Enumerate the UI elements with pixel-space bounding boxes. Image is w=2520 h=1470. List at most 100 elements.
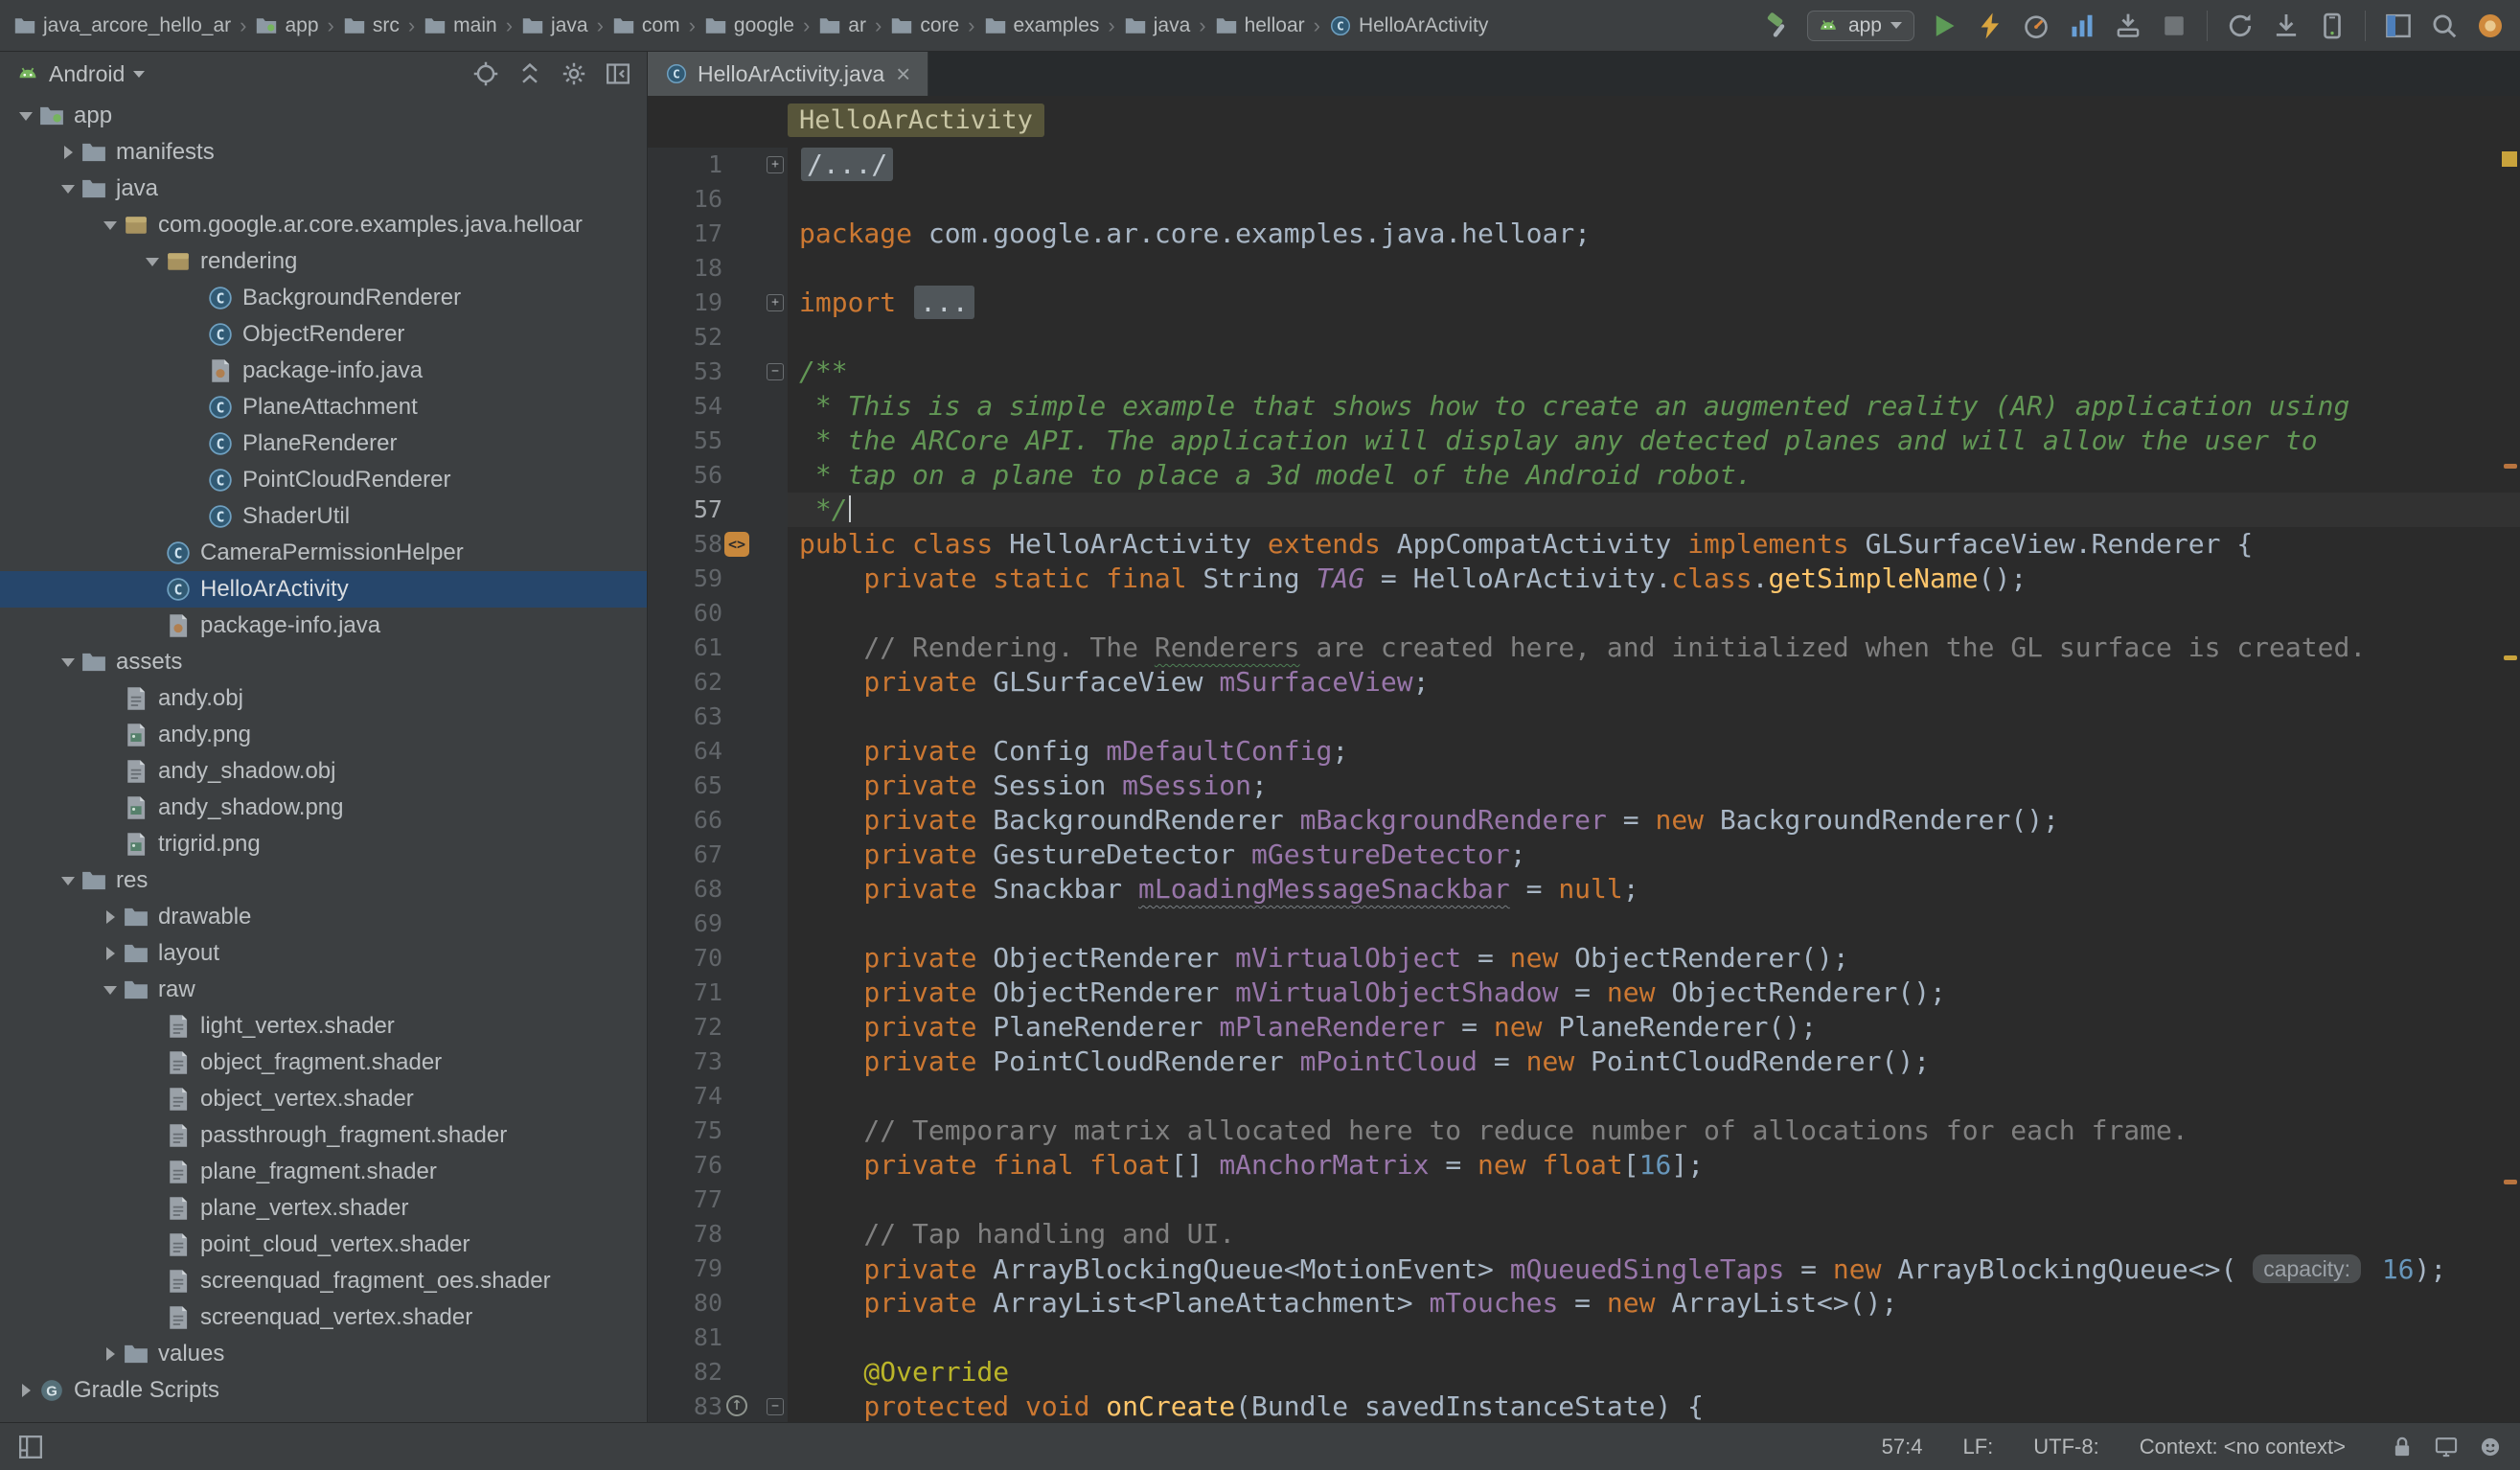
fold-toggle-icon[interactable]: + [767,294,784,311]
hide-panel-icon[interactable] [605,60,631,87]
fold-toggle-icon[interactable]: − [767,363,784,380]
tree-item-andy-shadow-obj[interactable]: andy_shadow.obj [0,753,647,790]
breadcrumb-item-java[interactable]: java [521,14,588,37]
chevron-down-icon[interactable] [98,986,123,995]
breadcrumb-item-examples[interactable]: examples [984,14,1100,37]
assistant-icon[interactable] [2474,10,2507,42]
tree-item-values[interactable]: values [0,1336,647,1372]
breadcrumb-item-com[interactable]: com [612,14,680,37]
sync-project-icon[interactable] [2224,10,2257,42]
tree-item-object-vertex-shader[interactable]: object_vertex.shader [0,1081,647,1117]
tree-item-drawable[interactable]: drawable [0,899,647,935]
breadcrumb-item-java[interactable]: java [1124,14,1191,37]
tree-item-camerapermissionhelper[interactable]: CCameraPermissionHelper [0,535,647,571]
build-hammer-icon[interactable] [1761,10,1794,42]
tree-item-plane-fragment-shader[interactable]: plane_fragment.shader [0,1154,647,1190]
stripe-mark[interactable] [2504,1180,2517,1184]
inspections-icon[interactable] [2478,1435,2503,1459]
breadcrumb-item-main[interactable]: main [424,14,497,37]
tree-item-passthrough-fragment-shader[interactable]: passthrough_fragment.shader [0,1117,647,1154]
run-config-selector[interactable]: app [1807,11,1914,41]
stripe-mark[interactable] [2504,464,2517,469]
override-method-icon[interactable]: ↑ [726,1395,747,1416]
chevron-down-icon[interactable] [56,658,80,667]
chevron-right-icon[interactable] [98,947,123,960]
apply-changes-icon[interactable] [1974,10,2006,42]
profiler-icon[interactable] [2020,10,2052,42]
tool-windows-icon[interactable] [17,1434,44,1460]
run-icon[interactable] [1928,10,1960,42]
tree-item-andy-png[interactable]: andy.png [0,717,647,753]
caret-position-widget[interactable]: 57:4 [1882,1435,1923,1459]
tree-item-com-google-ar-core-examples-java-helloar[interactable]: com.google.ar.core.examples.java.helloar [0,207,647,243]
breadcrumb-item-helloar[interactable]: helloar [1215,14,1305,37]
breadcrumb-item-app[interactable]: app [255,14,318,37]
tree-item-shaderutil[interactable]: CShaderUtil [0,498,647,535]
avd-manager-icon[interactable] [2316,10,2348,42]
breadcrumb-item-helloaractivity[interactable]: CHelloArActivity [1329,14,1488,37]
close-icon[interactable]: × [896,61,910,86]
tree-item-object-fragment-shader[interactable]: object_fragment.shader [0,1045,647,1081]
chevron-down-icon[interactable] [56,185,80,194]
tree-item-assets[interactable]: assets [0,644,647,680]
breadcrumb-current-element[interactable]: HelloArActivity [788,103,1044,137]
tree-item-package-info-java[interactable]: package-info.java [0,353,647,389]
tree-item-rendering[interactable]: rendering [0,243,647,280]
captures-chart-icon[interactable] [2066,10,2098,42]
chevron-down-icon[interactable] [98,221,123,230]
tree-item-andy-shadow-png[interactable]: andy_shadow.png [0,790,647,826]
stop-icon[interactable] [2158,10,2190,42]
chevron-down-icon[interactable] [140,258,165,266]
chevron-down-icon[interactable] [13,112,38,121]
display-icon[interactable] [2434,1435,2459,1459]
tree-item-pointcloudrenderer[interactable]: CPointCloudRenderer [0,462,647,498]
tree-item-plane-vertex-shader[interactable]: plane_vertex.shader [0,1190,647,1227]
tree-item-screenquad-vertex-shader[interactable]: screenquad_vertex.shader [0,1299,647,1336]
editor-tab[interactable]: C HelloArActivity.java × [648,52,928,96]
tree-item-java[interactable]: java [0,171,647,207]
tree-item-point-cloud-vertex-shader[interactable]: point_cloud_vertex.shader [0,1227,647,1263]
breadcrumb-item-ar[interactable]: ar [818,14,866,37]
tree-item-planerenderer[interactable]: CPlaneRenderer [0,425,647,462]
chevron-right-icon[interactable] [56,146,80,159]
tree-item-helloaractivity[interactable]: CHelloArActivity [0,571,647,608]
encoding-widget[interactable]: UTF-8: [2033,1435,2098,1459]
tree-item-package-info-java[interactable]: package-info.java [0,608,647,644]
breadcrumb-item-src[interactable]: src [343,14,400,37]
tree-item-manifests[interactable]: manifests [0,134,647,171]
breadcrumb-item-google[interactable]: google [704,14,794,37]
breadcrumb-item-java-arcore-hello-ar[interactable]: java_arcore_hello_ar [13,14,231,37]
tree-item-light-vertex-shader[interactable]: light_vertex.shader [0,1008,647,1045]
code-editor[interactable]: 1+/.../1617package com.google.ar.core.ex… [648,144,2520,1422]
tree-item-andy-obj[interactable]: andy.obj [0,680,647,717]
fold-toggle-icon[interactable]: − [767,1398,784,1415]
tree-item-gradle-scripts[interactable]: GGradle Scripts [0,1372,647,1409]
fold-toggle-icon[interactable]: + [767,156,784,173]
stripe-mark[interactable] [2504,655,2517,660]
collapse-all-icon[interactable] [516,60,543,87]
project-view-selector[interactable]: Android [15,61,145,87]
tree-item-trigrid-png[interactable]: trigrid.png [0,826,647,862]
tree-item-objectrenderer[interactable]: CObjectRenderer [0,316,647,353]
tree-item-planeattachment[interactable]: CPlaneAttachment [0,389,647,425]
locate-icon[interactable] [472,60,499,87]
search-everywhere-icon[interactable] [2428,10,2461,42]
attach-debugger-icon[interactable] [2112,10,2144,42]
settings-gear-icon[interactable] [561,60,587,87]
line-separator-widget[interactable]: LF: [1962,1435,1993,1459]
project-structure-icon[interactable] [2382,10,2415,42]
tree-item-raw[interactable]: raw [0,972,647,1008]
chevron-right-icon[interactable] [98,910,123,924]
chevron-down-icon[interactable] [56,877,80,885]
tree-item-res[interactable]: res [0,862,647,899]
tree-item-backgroundrenderer[interactable]: CBackgroundRenderer [0,280,647,316]
sdk-manager-icon[interactable] [2270,10,2302,42]
related-activity-icon[interactable]: <> [724,532,749,557]
tree-item-app[interactable]: app [0,98,647,134]
tree-item-layout[interactable]: layout [0,935,647,972]
chevron-right-icon[interactable] [98,1347,123,1361]
lock-icon[interactable] [2390,1435,2415,1459]
breadcrumb-item-core[interactable]: core [890,14,959,37]
chevron-right-icon[interactable] [13,1384,38,1397]
context-widget[interactable]: Context: <no context> [2140,1435,2346,1459]
